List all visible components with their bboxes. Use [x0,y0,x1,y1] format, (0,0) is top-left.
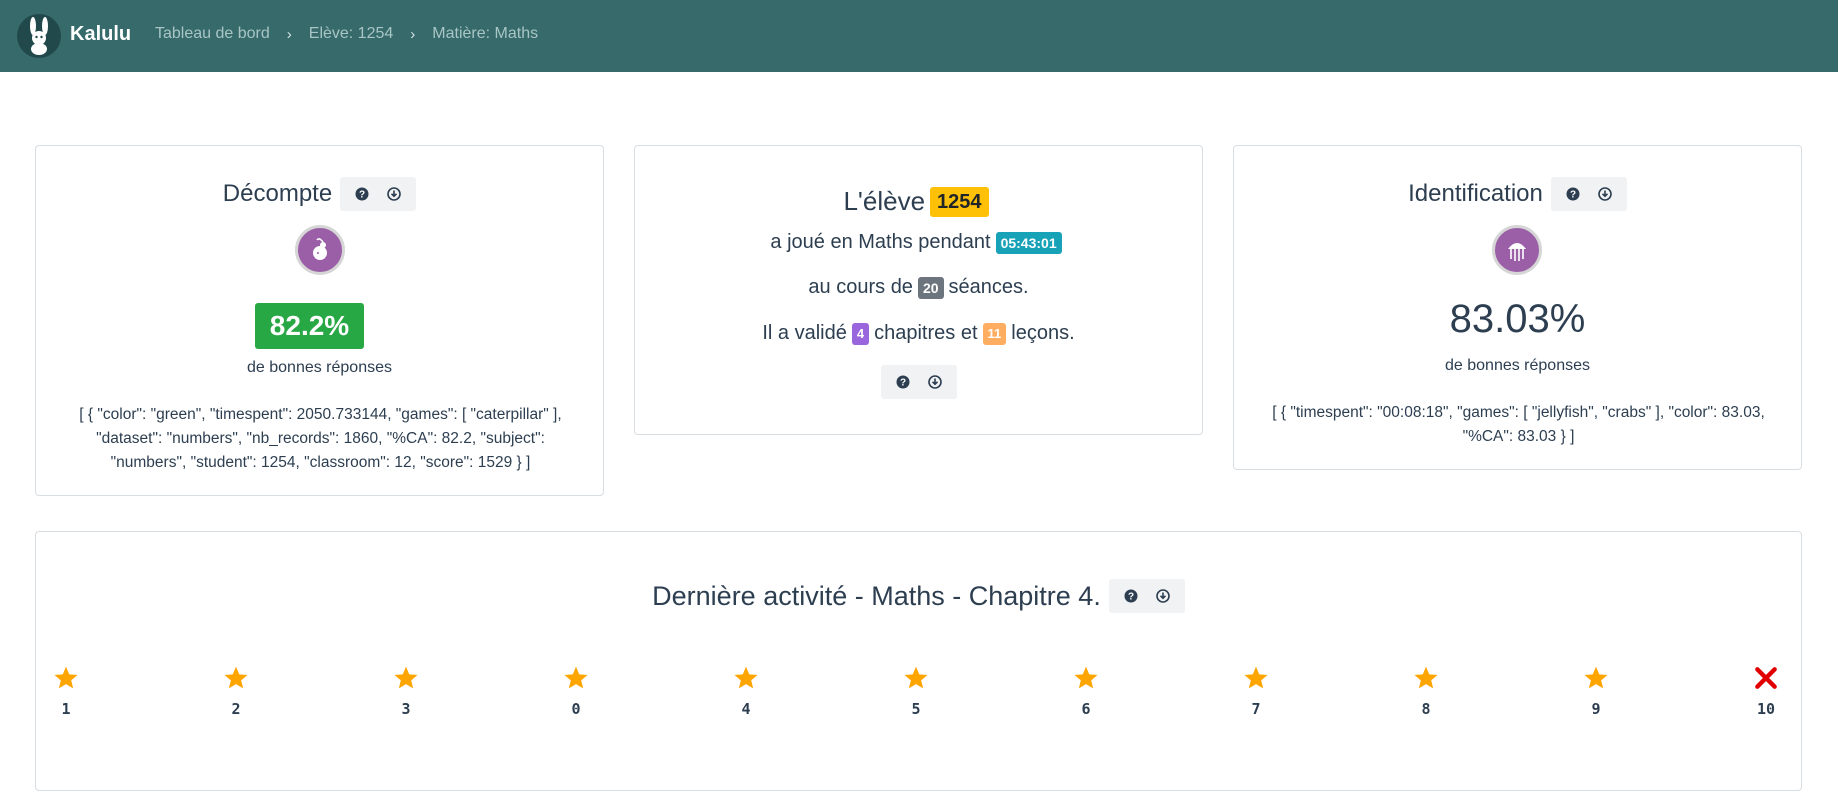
help-icon[interactable]: ? [352,184,372,204]
breadcrumb: Tableau de bord › Elève: 1254 › Matière:… [155,25,538,43]
identification-raw-data: [ { "timespent": "00:08:18", "games": [ … [1272,404,1765,445]
star-icon [1583,665,1609,696]
svg-text:?: ? [899,378,905,389]
caterpillar-icon [295,225,345,275]
activity-item-label: 1 [61,700,71,718]
star-icon [223,665,249,696]
decompte-score-label: de bonnes réponses [247,359,392,376]
star-icon [903,665,929,696]
activity-item: 10 [1746,665,1786,718]
identification-header: Identification ? [1234,177,1801,211]
star-icon [53,665,79,696]
student-actions: ? [880,365,957,399]
decompte-title: Décompte [222,180,333,207]
download-icon[interactable] [384,184,404,204]
kalulu-logo-icon[interactable] [17,14,61,58]
navbar: Kalulu Tableau de bord › Elève: 1254 › M… [0,0,1838,72]
validated-suffix: leçons. [1011,322,1075,344]
activity-item-label: 8 [1421,700,1431,718]
identification-score: 83.03% [1449,297,1586,341]
identification-score-label: de bonnes réponses [1445,357,1590,374]
svg-text:?: ? [1570,190,1576,201]
chapters-badge: 4 [851,322,870,345]
jellyfish-icon [1492,225,1542,275]
activity-item: 6 [1066,665,1106,718]
activity-item-label: 5 [911,700,921,718]
identification-title: Identification [1408,180,1543,207]
activity-item-label: 4 [741,700,751,718]
activity-item-label: 6 [1081,700,1091,718]
activity-item: 4 [726,665,766,718]
identification-actions: ? [1550,177,1627,211]
activity-item-label: 2 [231,700,241,718]
time-played-badge: 05:43:01 [995,231,1062,254]
time-played-text: a joué en Maths pendant [770,231,991,253]
activity-item-label: 9 [1591,700,1601,718]
activity-item: 3 [386,665,426,718]
decompte-raw-data: [ { "color": "green", "timespent": 2050.… [79,406,562,471]
breadcrumb-dashboard[interactable]: Tableau de bord [155,25,270,43]
activity-title: Dernière activité - Maths - Chapitre 4. [652,580,1101,611]
lessons-badge: 11 [982,322,1007,345]
star-icon [1413,665,1439,696]
star-icon [563,665,589,696]
sessions-badge: 20 [917,276,944,299]
activity-item-label: 7 [1251,700,1261,718]
activity-item-label: 3 [401,700,411,718]
student-summary-card: L'élève 1254 a joué en Maths pendant 05:… [634,145,1203,435]
identification-card: Identification ? 83.03% de bonnes répons… [1233,145,1802,470]
star-icon [733,665,759,696]
activity-item: 8 [1406,665,1446,718]
help-icon[interactable]: ? [893,372,913,392]
activity-item: 1 [46,665,86,718]
student-id-badge: 1254 [930,186,989,217]
activity-item-label: 0 [571,700,581,718]
student-title-row: L'élève 1254 [635,186,1202,217]
decompte-header: Décompte ? [36,177,603,211]
breadcrumb-separator: › [286,25,292,43]
activity-actions: ? [1108,579,1185,613]
star-icon [1243,665,1269,696]
activity-item-label: 10 [1756,700,1776,718]
validated-prefix: Il a validé [762,322,847,344]
help-icon[interactable]: ? [1121,586,1141,606]
svg-text:?: ? [1128,592,1134,603]
decompte-score-badge: 82.2% [255,303,364,349]
svg-text:?: ? [359,190,365,201]
activity-item: 7 [1236,665,1276,718]
sessions-prefix: au cours de [808,276,913,298]
activity-item: 5 [896,665,936,718]
student-title: L'élève [843,186,926,216]
activity-header: Dernière activité - Maths - Chapitre 4. … [36,579,1801,613]
star-icon [393,665,419,696]
student-actions-row: ? [635,365,1202,399]
star-icon [1073,665,1099,696]
breadcrumb-student[interactable]: Elève: 1254 [309,25,394,43]
cross-icon [1753,665,1779,696]
validated-mid: chapitres et [874,322,978,344]
last-activity-card: Dernière activité - Maths - Chapitre 4. … [35,531,1802,791]
activity-item: 9 [1576,665,1616,718]
download-icon[interactable] [925,372,945,392]
sessions-row: au cours de 20 séances. [635,276,1202,299]
breadcrumb-separator: › [410,25,416,43]
decompte-card: Décompte ? 82.2% de bonnes réponses [ { … [35,145,604,496]
breadcrumb-subject[interactable]: Matière: Maths [432,25,538,43]
brand-name[interactable]: Kalulu [70,23,131,46]
activity-item: 2 [216,665,256,718]
activity-item: 0 [556,665,596,718]
download-icon[interactable] [1153,586,1173,606]
help-icon[interactable]: ? [1563,184,1583,204]
validated-row: Il a validé 4 chapitres et 11 leçons. [635,322,1202,345]
download-icon[interactable] [1595,184,1615,204]
time-played-row: a joué en Maths pendant 05:43:01 [635,231,1202,254]
decompte-actions: ? [340,177,417,211]
sessions-suffix: séances. [948,276,1029,298]
